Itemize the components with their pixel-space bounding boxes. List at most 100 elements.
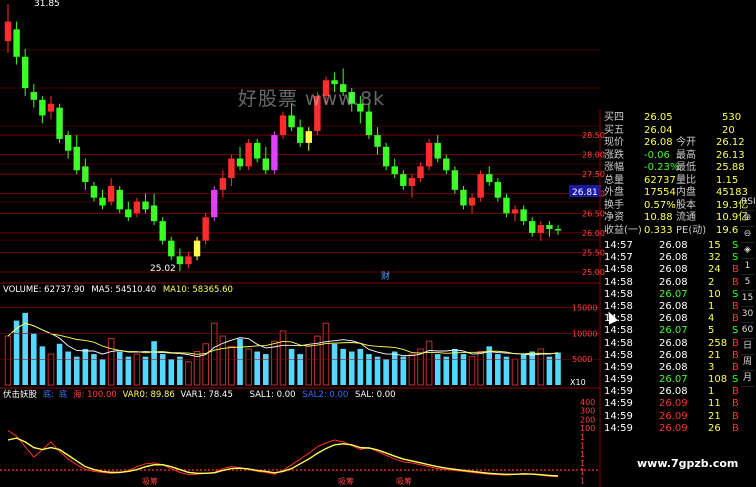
tick-row[interactable]: 14:58 26.07 5 S	[604, 325, 742, 337]
volume-bar[interactable]	[56, 343, 63, 385]
volume-bar[interactable]	[254, 351, 261, 385]
volume-bar[interactable]	[340, 348, 346, 385]
volume-bar[interactable]	[65, 351, 71, 385]
volume-bar[interactable]	[237, 338, 243, 385]
candlestick[interactable]	[116, 185, 123, 214]
volume-bar[interactable]	[297, 354, 303, 385]
volume-bars[interactable]	[4, 312, 561, 386]
candlestick[interactable]	[133, 197, 141, 218]
candlestick[interactable]	[391, 158, 398, 179]
candlestick[interactable]	[520, 205, 527, 226]
tick-row[interactable]: 14:59 26.09 21 B	[604, 411, 742, 423]
candlestick[interactable]	[228, 154, 235, 186]
volume-bar[interactable]	[357, 348, 364, 385]
candlestick[interactable]	[486, 166, 493, 186]
volume-bar[interactable]	[366, 354, 372, 385]
candlestick[interactable]	[262, 146, 270, 175]
volume-bar[interactable]	[495, 354, 501, 385]
candlestick[interactable]	[176, 248, 184, 272]
volume-bar[interactable]	[400, 356, 407, 385]
candlestick-series[interactable]	[4, 3, 562, 272]
volume-bar[interactable]	[452, 348, 458, 385]
candlestick[interactable]	[56, 103, 63, 143]
volume-bar[interactable]	[133, 353, 141, 386]
candlestick[interactable]	[434, 135, 441, 163]
candlestick[interactable]	[400, 170, 407, 190]
candlestick[interactable]	[185, 252, 192, 269]
candlestick[interactable]	[279, 111, 287, 139]
candlestick[interactable]	[47, 95, 55, 120]
volume-bar[interactable]	[4, 335, 12, 386]
volume-bar[interactable]	[322, 322, 330, 386]
toolbar-button[interactable]: 周	[741, 355, 754, 371]
volume-bar[interactable]	[555, 352, 561, 385]
toolbar-button[interactable]: ◈	[741, 243, 754, 259]
volume-bar[interactable]	[107, 338, 115, 386]
volume-bar[interactable]	[73, 356, 80, 385]
toolbar-button[interactable]: 15	[741, 291, 754, 307]
candlestick[interactable]	[529, 217, 536, 237]
volume-bar[interactable]	[546, 356, 553, 385]
volume-bar[interactable]	[125, 356, 132, 385]
candlestick[interactable]	[142, 193, 149, 214]
volume-bar[interactable]	[331, 343, 338, 385]
candlestick[interactable]	[477, 170, 484, 202]
candlestick[interactable]	[99, 189, 106, 210]
volume-bar[interactable]	[168, 359, 175, 385]
volume-bar[interactable]	[443, 356, 450, 385]
candlestick[interactable]	[13, 21, 20, 65]
candlestick[interactable]	[39, 95, 46, 124]
volume-bar[interactable]	[263, 354, 269, 385]
volume-bar[interactable]	[468, 356, 476, 386]
volume-bar[interactable]	[434, 354, 441, 385]
tick-row[interactable]: 14:58 26.07 10 S	[604, 289, 742, 301]
candlestick[interactable]	[73, 135, 80, 175]
tick-row[interactable]: 14:59 26.08 3 B	[604, 362, 742, 374]
candlestick[interactable]	[443, 154, 450, 175]
toolbar-button[interactable]: 60	[741, 323, 754, 339]
volume-bar[interactable]	[529, 351, 536, 385]
toolbar-button[interactable]: ⊕	[741, 211, 754, 227]
tick-list[interactable]: 14:57 26.08 15 S 14:57 26.08 32 S 14:58 26.08 24 B 1…	[604, 240, 742, 435]
tick-row[interactable]: 14:58 26.08 258 B	[604, 338, 742, 350]
volume-bar[interactable]	[374, 356, 381, 385]
volume-bar[interactable]	[210, 322, 218, 386]
volume-bar[interactable]	[391, 351, 398, 385]
candlestick[interactable]	[425, 138, 433, 171]
candlestick[interactable]	[537, 221, 545, 241]
volume-bar[interactable]	[99, 359, 106, 385]
toolbar-button[interactable]: 日	[741, 339, 754, 355]
candlestick[interactable]	[451, 166, 459, 194]
tick-row[interactable]: 14:59 26.09 26 B	[604, 423, 742, 435]
tick-row[interactable]: 14:59 26.07 108 S	[604, 374, 742, 386]
candlestick[interactable]	[107, 178, 115, 206]
volume-bar[interactable]	[39, 346, 46, 385]
volume-bar[interactable]	[348, 351, 355, 385]
candlestick[interactable]	[546, 221, 553, 237]
volume-bar[interactable]	[82, 348, 89, 385]
candlestick[interactable]	[90, 182, 98, 202]
volume-bar[interactable]	[47, 353, 55, 386]
toolbar-button[interactable]: 1	[741, 259, 754, 275]
volume-bar[interactable]	[228, 345, 235, 386]
volume-bar[interactable]	[477, 351, 484, 386]
tick-row[interactable]: 14:58 26.08 4 B	[604, 313, 742, 325]
volume-bar[interactable]	[511, 358, 519, 386]
candlestick[interactable]	[30, 84, 37, 108]
volume-bar[interactable]	[159, 354, 166, 385]
candlestick[interactable]	[211, 185, 218, 222]
volume-bar[interactable]	[185, 361, 192, 386]
candlestick[interactable]	[554, 225, 562, 235]
volume-bar[interactable]	[503, 356, 510, 385]
candlestick[interactable]	[159, 217, 166, 245]
tick-row[interactable]: 14:58 26.08 1 B	[604, 301, 742, 313]
event-badge[interactable]: 财	[381, 270, 390, 282]
candlestick[interactable]	[494, 178, 502, 202]
candlestick[interactable]	[193, 236, 201, 261]
volume-bar[interactable]	[116, 351, 123, 385]
volume-bar[interactable]	[151, 341, 157, 385]
candlestick[interactable]	[21, 48, 29, 96]
volume-bar[interactable]	[271, 340, 278, 386]
volume-bar[interactable]	[383, 359, 389, 385]
tick-row[interactable]: 14:59 26.08 1 B	[604, 386, 742, 398]
